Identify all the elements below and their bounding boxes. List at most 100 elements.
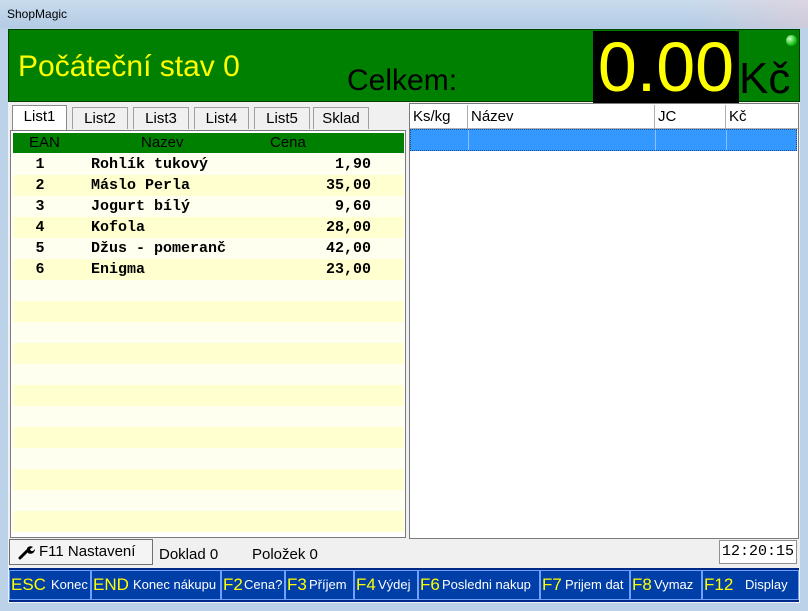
product-price: 35,00 (325, 177, 371, 194)
product-name: Máslo Perla (91, 177, 191, 194)
column-ean: EAN (29, 134, 60, 151)
wrench-icon (18, 546, 35, 560)
window-title: ShopMagic (7, 7, 68, 21)
product-ean: 1 (35, 156, 45, 173)
cell-divider (468, 130, 469, 150)
tab-list2[interactable]: List2 (72, 107, 128, 129)
cell-divider (726, 130, 727, 150)
product-list-header: EAN Nazev Cena (13, 133, 404, 153)
empty-row (13, 322, 404, 343)
tab-list1[interactable]: List1 (12, 105, 67, 130)
fkey-code: F7 (542, 575, 562, 594)
product-row[interactable]: 4 Kofola 28,00 (13, 217, 404, 238)
column-unit-price[interactable]: JC (655, 105, 726, 128)
product-ean: 6 (35, 261, 45, 278)
document-counter: Doklad 0 (159, 546, 219, 563)
column-qty[interactable]: Ks/kg (410, 105, 468, 128)
status-title: Počáteční stav 0 (18, 50, 240, 83)
fkey-label: Výdej (378, 577, 411, 592)
product-ean: 2 (35, 177, 45, 194)
cell-divider (655, 130, 656, 150)
empty-row (13, 343, 404, 364)
total-label: Celkem: (347, 64, 458, 97)
status-bar: F11 Nastavení Doklad 0 Položek 0 12:20:1… (8, 538, 800, 566)
fkey-f12-button[interactable]: F12 Display (702, 570, 799, 600)
product-row[interactable]: 5 Džus - pomeranč 42,00 (13, 238, 404, 259)
fkey-f4-button[interactable]: F4 Výdej (354, 570, 418, 600)
fkey-code: END (93, 575, 129, 594)
tab-sklad[interactable]: Sklad (313, 107, 369, 129)
product-list-panel[interactable]: EAN Nazev Cena 1 Rohlík tukový 1,90 2 Máslo … (10, 130, 406, 538)
fkey-label: Cena? (244, 577, 283, 592)
product-name: Džus - pomeranč (91, 240, 227, 257)
fkey-f2-button[interactable]: F2 Cena? (221, 570, 285, 600)
product-ean: 3 (35, 198, 45, 215)
tab-list3[interactable]: List3 (133, 107, 189, 129)
column-amount[interactable]: Kč (726, 105, 798, 128)
clock: 12:20:15 (719, 540, 797, 564)
fkey-code: ESC (11, 575, 46, 594)
product-row[interactable]: 6 Enigma 23,00 (13, 259, 404, 280)
product-price: 42,00 (325, 240, 371, 257)
title-bar-decoration (688, 0, 808, 28)
product-ean: 4 (35, 219, 45, 236)
product-price: 28,00 (325, 219, 371, 236)
fkey-f7-button[interactable]: F7 Prijem dat (540, 570, 630, 600)
product-row[interactable]: 3 Jogurt bílý 9,60 (13, 196, 404, 217)
product-price: 9,60 (334, 198, 371, 215)
fkey-f8-button[interactable]: F8 Vymaz (630, 570, 702, 600)
fkey-label: Posledni nakup (442, 577, 531, 592)
tab-list4[interactable]: List4 (194, 107, 249, 129)
column-price: Cena (270, 134, 306, 151)
product-name: Rohlík tukový (91, 156, 209, 173)
fkey-code: F6 (420, 575, 440, 594)
fkey-label: Konec (51, 577, 88, 592)
product-row[interactable]: 1 Rohlík tukový 1,90 (13, 154, 404, 175)
fkey-code: F12 (704, 575, 734, 594)
fkey-label: Prijem dat (565, 577, 624, 592)
receipt-selected-row[interactable] (410, 129, 797, 151)
empty-row (13, 427, 404, 448)
product-ean: 5 (35, 240, 45, 257)
app-window: ShopMagic Počáteční stav 0 Celkem: 0.00 … (0, 0, 808, 611)
fkey-f3-button[interactable]: F3 Příjem (285, 570, 354, 600)
function-key-bar: ESC Konec END Konec nákupu F2 Cena? F3 P… (9, 568, 799, 602)
empty-row (13, 364, 404, 385)
product-name: Enigma (91, 261, 146, 278)
currency-label: Kč (739, 54, 791, 103)
product-price: 1,90 (334, 156, 371, 173)
fkey-code: F8 (632, 575, 652, 594)
fkey-code: F2 (223, 575, 243, 594)
fkey-f6-button[interactable]: F6 Posledni nakup (418, 570, 540, 600)
settings-button[interactable]: F11 Nastavení (9, 539, 153, 565)
empty-row (13, 469, 404, 490)
product-name: Kofola (91, 219, 146, 236)
empty-row (13, 301, 404, 322)
column-item-name[interactable]: Název (468, 105, 655, 128)
fkey-label: Příjem (309, 577, 347, 592)
fkey-label: Konec nákupu (133, 577, 217, 592)
empty-row (13, 406, 404, 427)
client-area: Počáteční stav 0 Celkem: 0.00 Kč List1 L… (8, 29, 800, 603)
empty-row (13, 448, 404, 469)
fkey-label: Vymaz (654, 577, 694, 592)
receipt-panel[interactable]: Ks/kg Název JC Kč (409, 103, 799, 539)
product-price: 23,00 (325, 261, 371, 278)
product-name: Jogurt bílý (91, 198, 191, 215)
items-counter: Položek 0 (252, 546, 318, 563)
column-name: Nazev (141, 134, 184, 151)
receipt-header: Ks/kg Název JC Kč (410, 105, 798, 129)
header-panel: Počáteční stav 0 Celkem: 0.00 Kč (8, 29, 800, 103)
fkey-code: F4 (356, 575, 376, 594)
product-row[interactable]: 2 Máslo Perla 35,00 (13, 175, 404, 196)
status-indicator-icon (786, 35, 797, 46)
fkey-esc-button[interactable]: ESC Konec (9, 570, 91, 600)
fkey-label: Display (745, 577, 788, 592)
tab-list5[interactable]: List5 (254, 107, 310, 129)
empty-row (13, 511, 404, 532)
empty-row (13, 280, 404, 301)
fkey-code: F3 (287, 575, 307, 594)
fkey-end-button[interactable]: END Konec nákupu (91, 570, 221, 600)
settings-label: F11 Nastavení (39, 543, 136, 560)
title-bar[interactable]: ShopMagic (0, 0, 808, 28)
